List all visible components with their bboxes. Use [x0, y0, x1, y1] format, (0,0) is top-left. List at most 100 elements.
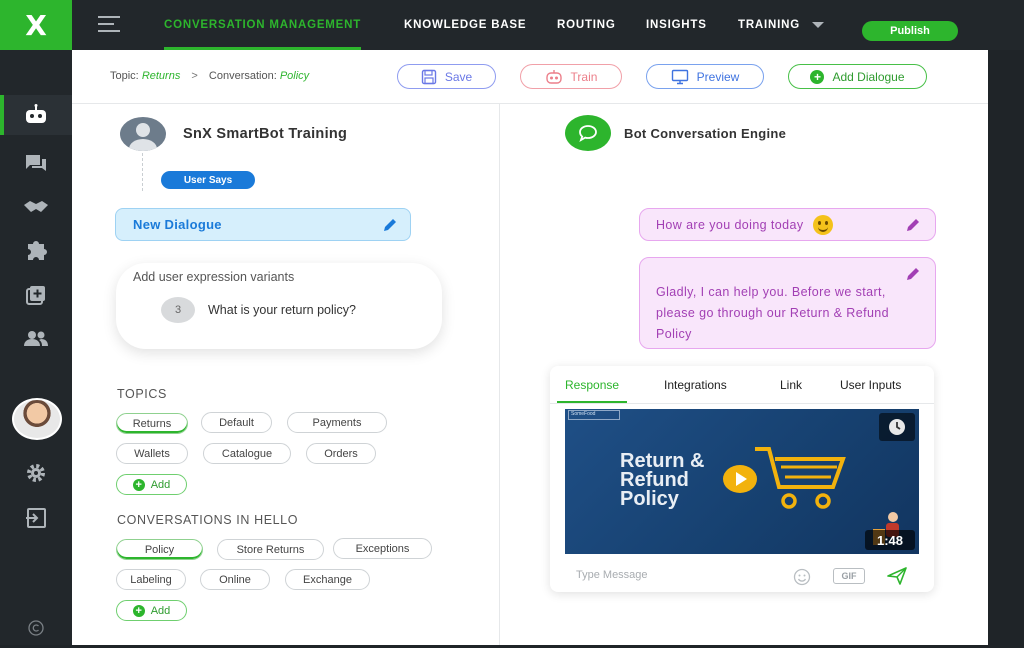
message-input[interactable]	[576, 569, 756, 581]
conversation-chip-exceptions[interactable]: Exceptions	[333, 538, 432, 559]
preview-label: Preview	[696, 69, 740, 84]
expression-variants-card[interactable]: Add user expression variants 3 What is y…	[116, 263, 442, 349]
send-icon[interactable]	[886, 566, 908, 586]
video-duration: 1:48	[865, 530, 915, 550]
new-dialogue-field[interactable]: New Dialogue	[115, 208, 411, 241]
video-player[interactable]: SomeFood Return & Refund Policy 1:48	[565, 409, 919, 554]
video-brand: SomeFood	[568, 410, 620, 420]
add-box-icon	[26, 286, 45, 305]
watch-later-button[interactable]	[879, 413, 915, 441]
plus-icon: +	[810, 69, 825, 84]
chat-nav-item[interactable]	[0, 143, 72, 183]
settings-icon	[27, 464, 45, 482]
breadcrumb: Topic: Returns > Conversation: Policy	[110, 70, 309, 82]
copyright-icon	[28, 620, 44, 636]
logout-nav-item[interactable]	[0, 498, 72, 538]
save-icon	[421, 69, 437, 84]
copyright-item	[0, 608, 72, 648]
plus-icon: +	[132, 604, 145, 617]
gif-button[interactable]: GIF	[833, 568, 865, 584]
plus-icon: +	[132, 478, 145, 491]
tabs-underline	[550, 403, 934, 404]
add-dialogue-button[interactable]: + Add Dialogue	[788, 64, 927, 89]
bot-question-bubble[interactable]: How are you doing today	[639, 208, 936, 241]
panel-divider	[499, 104, 500, 645]
tab-conversation-management[interactable]: CONVERSATION MANAGEMENT	[164, 0, 362, 50]
bot-question-text: How are you doing today	[656, 217, 804, 232]
emoji-icon[interactable]	[793, 568, 811, 586]
preview-button[interactable]: Preview	[646, 64, 764, 89]
topic-chip-default[interactable]: Default	[201, 412, 272, 433]
topic-chip-payments[interactable]: Payments	[287, 412, 387, 433]
breadcrumb-topic-link[interactable]: Returns	[142, 70, 181, 82]
tab-user-inputs[interactable]: User Inputs	[840, 366, 901, 403]
app-logo[interactable]: X	[0, 0, 72, 50]
top-nav: CONVERSATION MANAGEMENT KNOWLEDGE BASE R…	[72, 0, 1024, 50]
user-avatar[interactable]	[12, 398, 62, 440]
bot-training-title: SnX SmartBot Training	[183, 126, 348, 142]
tab-routing[interactable]: ROUTING	[557, 0, 616, 50]
topics-heading: TOPICS	[117, 387, 167, 401]
breadcrumb-topic-label: Topic:	[110, 70, 139, 82]
people-nav-item[interactable]	[0, 318, 72, 358]
conversations-heading: CONVERSATIONS IN HELLO	[117, 513, 299, 527]
conversation-chip-exchange[interactable]: Exchange	[285, 569, 370, 590]
chat-icon	[26, 155, 46, 171]
add-topic-button[interactable]: + Add	[116, 474, 187, 495]
tab-insights[interactable]: INSIGHTS	[646, 0, 707, 50]
variant-phrase: What is your return policy?	[208, 303, 356, 317]
puzzle-nav-item[interactable]	[0, 230, 72, 270]
add-topic-label: Add	[150, 478, 171, 491]
bot-profile-avatar	[120, 117, 166, 151]
video-title-line: Policy	[620, 488, 679, 510]
message-composer: GIF	[550, 562, 934, 592]
toolbar: Topic: Returns > Conversation: Policy Sa…	[72, 50, 988, 104]
play-icon[interactable]	[723, 465, 757, 493]
conversation-chip-online[interactable]: Online	[200, 569, 270, 590]
robot-icon	[545, 69, 562, 84]
topic-chip-catalogue[interactable]: Catalogue	[203, 443, 291, 464]
bot-icon	[26, 104, 46, 123]
tab-link[interactable]: Link	[780, 366, 802, 403]
breadcrumb-conversation-link[interactable]: Policy	[280, 70, 309, 82]
bot-nav-item[interactable]	[0, 95, 72, 135]
variants-title: Add user expression variants	[133, 270, 295, 284]
topic-chip-returns[interactable]: Returns	[116, 413, 188, 434]
train-label: Train	[570, 69, 598, 84]
engine-icon	[565, 115, 611, 151]
tab-integrations[interactable]: Integrations	[664, 366, 727, 403]
menu-icon[interactable]	[98, 16, 120, 32]
workspace: Topic: Returns > Conversation: Policy Sa…	[72, 50, 988, 645]
publish-button[interactable]: Publish	[862, 21, 958, 41]
handshake-icon	[24, 201, 48, 212]
right-gutter	[988, 50, 1024, 645]
topic-chip-orders[interactable]: Orders	[306, 443, 376, 464]
flow-connector	[142, 153, 143, 191]
edit-icon[interactable]	[382, 217, 398, 233]
breadcrumb-separator: >	[191, 70, 198, 82]
train-button[interactable]: Train	[520, 64, 622, 89]
breadcrumb-conversation-label: Conversation:	[208, 70, 277, 82]
topic-chip-wallets[interactable]: Wallets	[116, 443, 188, 464]
add-conversation-button[interactable]: + Add	[116, 600, 187, 621]
handshake-nav-item[interactable]	[0, 187, 72, 227]
people-icon	[24, 331, 48, 346]
conversation-chip-labeling[interactable]: Labeling	[116, 569, 186, 590]
conversation-chip-policy[interactable]: Policy	[116, 539, 203, 560]
edit-icon[interactable]	[905, 217, 921, 233]
chat-bubble-icon	[579, 125, 597, 142]
tab-response[interactable]: Response	[556, 366, 628, 403]
tab-training[interactable]: TRAINING	[738, 0, 824, 50]
edit-icon[interactable]	[905, 266, 921, 282]
shopping-cart-icon	[755, 447, 846, 509]
tab-training-label: TRAINING	[738, 19, 800, 31]
tab-knowledge-base[interactable]: KNOWLEDGE BASE	[404, 0, 526, 50]
bot-answer-bubble[interactable]: Gladly, I can help you. Before we start,…	[639, 257, 936, 349]
add-box-nav-item[interactable]	[0, 275, 72, 315]
save-button[interactable]: Save	[397, 64, 496, 89]
conversation-chip-store-returns[interactable]: Store Returns	[217, 539, 324, 560]
bot-answer-text: Gladly, I can help you. Before we start,…	[656, 285, 890, 341]
engine-title: Bot Conversation Engine	[624, 126, 787, 141]
clock-icon	[889, 419, 905, 435]
settings-nav-item[interactable]	[0, 453, 72, 493]
